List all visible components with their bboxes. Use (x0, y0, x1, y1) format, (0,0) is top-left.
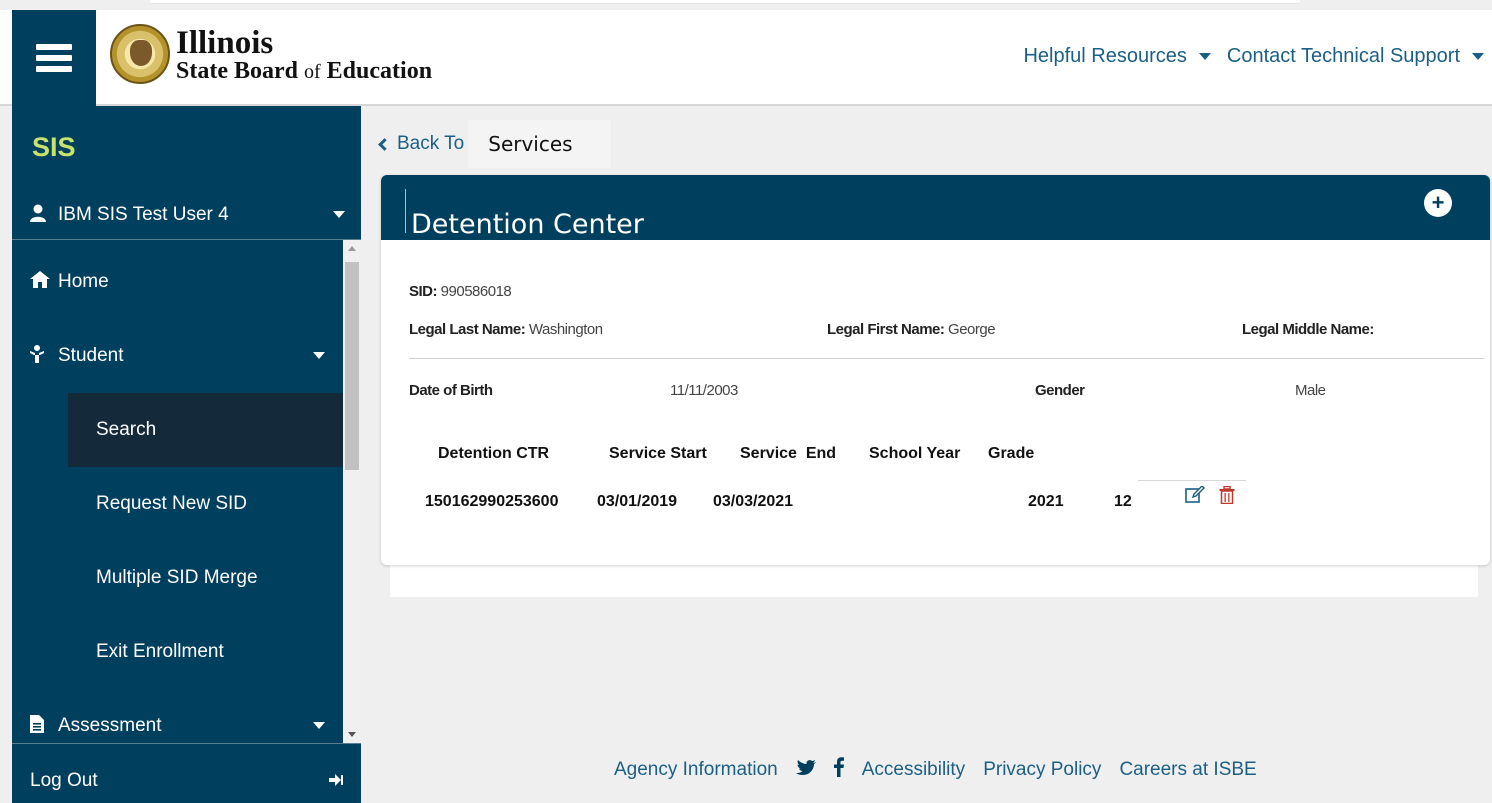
site-header: Illinois State Board of Education Helpfu… (0, 10, 1492, 106)
footer-link-agency-information[interactable]: Agency Information (614, 759, 778, 781)
delete-icon[interactable] (1219, 485, 1235, 505)
cell-service-end: 03/03/2021 (713, 493, 794, 510)
last-name-value: Washington (528, 321, 603, 338)
sidebar-menu: Home Student Search Request New SID Mult… (12, 240, 343, 743)
footer: Agency Information Accessibility Privacy… (614, 757, 1257, 783)
first-name-field: Legal First Name: George (827, 321, 996, 338)
column-header-grade: Grade (988, 445, 1035, 462)
brand-subtitle: State Board of Education (176, 58, 433, 84)
scroll-up-icon[interactable] (348, 246, 356, 251)
detention-center-card: Detention Center + SID: 990586018 Legal … (381, 175, 1490, 565)
caret-down-icon (313, 352, 325, 359)
cell-detention-ctr: 150162990253600 (425, 493, 559, 510)
sidebar-item-student[interactable]: Student (12, 319, 343, 393)
card-underlay (390, 560, 1478, 597)
page-title: Detention Center (411, 209, 644, 240)
divider (12, 743, 361, 744)
sidebar-scrollbar[interactable] (343, 240, 361, 743)
twitter-icon[interactable] (795, 759, 816, 782)
footer-link-accessibility[interactable]: Accessibility (862, 759, 965, 781)
footer-link-careers[interactable]: Careers at ISBE (1119, 759, 1256, 781)
sidebar-item-request-new-sid[interactable]: Request New SID (12, 467, 343, 541)
contact-support-dropdown[interactable]: Contact Technical Support (1227, 45, 1492, 68)
cell-grade: 12 (1114, 493, 1132, 510)
sidebar-item-search[interactable]: Search (68, 393, 343, 467)
scrollbar-thumb[interactable] (345, 262, 359, 470)
column-header-service-start: Service Start (609, 445, 707, 462)
scroll-down-icon[interactable] (348, 732, 356, 737)
divider (409, 358, 1484, 359)
back-link[interactable]: Back To (378, 133, 464, 155)
student-icon (30, 344, 52, 368)
helpful-resources-dropdown[interactable]: Helpful Resources (1023, 45, 1211, 68)
column-header-detention-ctr: Detention CTR (438, 445, 550, 462)
column-header-school-year: School Year (869, 445, 961, 462)
caret-down-icon (1198, 53, 1211, 60)
first-name-value: George (948, 321, 996, 338)
user-name: IBM SIS Test User 4 (58, 204, 229, 225)
edit-icon[interactable] (1185, 485, 1205, 504)
caret-down-icon (1472, 53, 1484, 60)
hamburger-icon (36, 39, 72, 77)
divider (1138, 480, 1246, 481)
top-divider (150, 0, 1300, 4)
caret-down-icon (333, 211, 345, 218)
brand-logo[interactable]: Illinois State Board of Education (176, 25, 433, 85)
app-title: SIS (32, 132, 76, 162)
cell-service-start: 03/01/2019 (597, 493, 678, 510)
state-seal-logo (110, 24, 170, 84)
menu-toggle-button[interactable] (12, 10, 96, 106)
user-icon (30, 204, 52, 227)
sidebar: SIS IBM SIS Test User 4 Home Student Sea… (12, 106, 361, 803)
sidebar-item-home[interactable]: Home (12, 245, 343, 319)
home-icon (30, 271, 52, 293)
gender-value: Male (1295, 382, 1326, 399)
logout-button[interactable]: Log Out (12, 758, 361, 803)
column-header-service-end: Service End (740, 445, 837, 462)
caret-down-icon (313, 722, 325, 729)
sidebar-item-exit-enrollment[interactable]: Exit Enrollment (12, 615, 343, 689)
sidebar-item-assessment[interactable]: Assessment (12, 689, 343, 743)
cell-school-year: 2021 (1028, 493, 1064, 510)
user-menu[interactable]: IBM SIS Test User 4 (12, 190, 361, 240)
chevron-left-icon (378, 137, 391, 151)
gender-label: Gender (1035, 382, 1085, 399)
card-header: Detention Center + (381, 175, 1490, 240)
divider (405, 189, 406, 233)
facebook-icon[interactable] (833, 757, 844, 783)
sidebar-item-multiple-sid-merge[interactable]: Multiple SID Merge (12, 541, 343, 615)
sid-value: 990586018 (440, 283, 512, 300)
top-nav: Helpful Resources Contact Technical Supp… (1023, 45, 1492, 68)
last-name-field: Legal Last Name: Washington (409, 321, 603, 338)
document-icon (30, 714, 52, 738)
middle-name-field: Legal Middle Name: (1242, 321, 1374, 338)
dob-label: Date of Birth (409, 382, 493, 399)
sid-field: SID: 990586018 (409, 283, 512, 300)
sign-out-icon (329, 770, 343, 791)
dob-value: 11/11/2003 (670, 382, 738, 399)
back-target-services[interactable]: Services (468, 120, 612, 168)
brand-name: Illinois (176, 25, 274, 61)
footer-link-privacy-policy[interactable]: Privacy Policy (983, 759, 1101, 781)
breadcrumb: Back To Services (378, 120, 612, 168)
add-button[interactable]: + (1424, 189, 1452, 217)
